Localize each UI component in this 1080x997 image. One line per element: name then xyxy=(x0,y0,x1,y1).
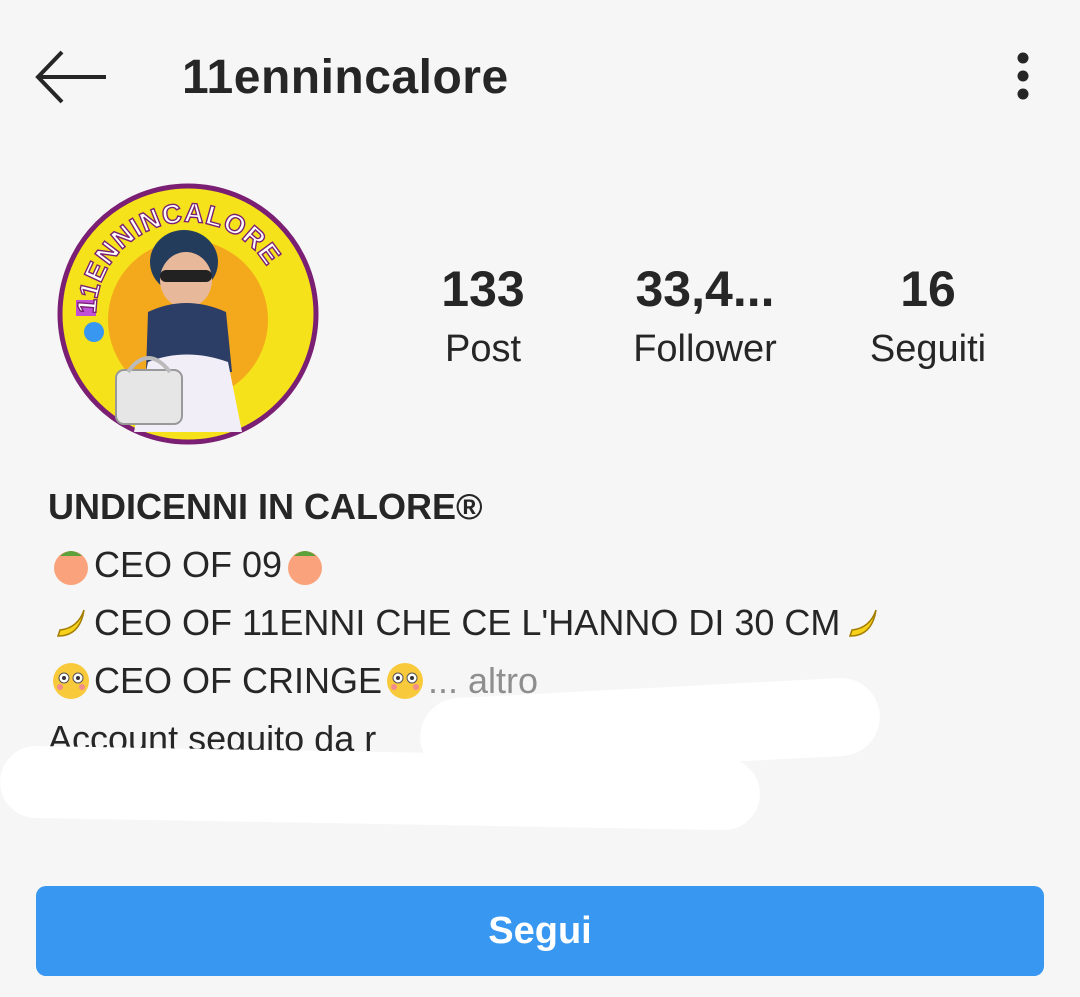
follow-button[interactable]: Segui xyxy=(36,886,1044,976)
stat-posts[interactable]: 133 Post xyxy=(420,260,546,374)
stat-posts-value: 133 xyxy=(441,261,525,317)
banana-emoji-icon xyxy=(56,609,85,637)
back-button[interactable] xyxy=(30,42,110,112)
arrow-left-icon xyxy=(35,50,106,104)
profile-username: 11ennincalore xyxy=(182,51,509,104)
stat-followers-label: Follower xyxy=(633,328,777,370)
stat-following-value: 16 xyxy=(900,261,956,317)
stat-posts-label: Post xyxy=(444,328,522,370)
redaction-mark xyxy=(0,745,761,831)
more-options-button[interactable] xyxy=(1000,48,1050,108)
bio-line-2-text: CEO OF 11ENNI CHE CE L'HANNO DI 30 CM xyxy=(94,602,841,643)
flushed-face-emoji-icon xyxy=(53,663,89,699)
bio-line-1-text: CEO OF 09 xyxy=(94,544,283,585)
profile-display-name: UNDICENNI IN CALORE® xyxy=(48,486,483,527)
stat-followers[interactable]: 33,4... Follower xyxy=(606,260,804,374)
avatar-image: 11ENNINCALORE xyxy=(57,183,319,445)
stat-following-label: Seguiti xyxy=(869,328,987,370)
bio-line-1: CEO OF 09 xyxy=(48,536,1048,594)
flushed-face-emoji-icon xyxy=(387,663,424,699)
stat-followers-value: 33,4... xyxy=(635,261,775,317)
profile-avatar[interactable]: 11ENNINCALORE xyxy=(56,182,320,446)
peach-emoji-icon xyxy=(288,551,323,585)
more-vertical-icon xyxy=(1017,52,1029,100)
peach-emoji-icon xyxy=(54,551,88,585)
stat-following[interactable]: 16 Seguiti xyxy=(846,260,1010,374)
banana-emoji-icon xyxy=(849,609,878,637)
top-bar: 11ennincalore xyxy=(0,0,1080,150)
bio-line-2: CEO OF 11ENNI CHE CE L'HANNO DI 30 CM xyxy=(48,594,1048,652)
bio-line-3-text: CEO OF CRINGE xyxy=(94,660,383,701)
